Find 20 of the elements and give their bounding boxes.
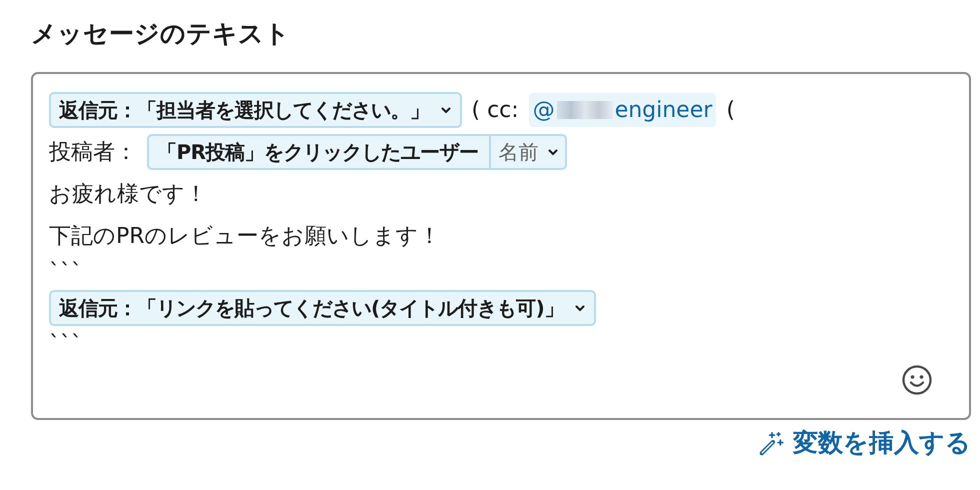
message-text: ( xyxy=(726,98,735,122)
message-editor[interactable]: 返信元：「担当者を選択してください。」 ( cc: @ engineer ( 投稿者： 「PR投稿」をクリックしたユーザー 名前 お疲れ様です！ 下記のPRのレビューをお願いします！ ``` 返信元：「リンクを貼ってください(タイトル付きも可)」 ``` xyxy=(31,72,971,420)
message-text: 下記のPRのレビューをお願いします！ xyxy=(49,223,441,251)
emoji-icon[interactable] xyxy=(901,364,933,396)
field-dropdown[interactable]: 名前 xyxy=(488,136,559,168)
message-text: ( cc: xyxy=(472,98,519,122)
message-text: お疲れ様です！ xyxy=(49,181,207,209)
message-text: ``` xyxy=(49,332,82,356)
message-text: 投稿者： xyxy=(49,139,137,167)
variable-label: 返信元：「リンクを貼ってください(タイトル付きも可)」 xyxy=(59,294,564,322)
magic-wand-icon xyxy=(759,430,785,456)
insert-variable-link[interactable]: 変数を挿入する xyxy=(759,426,971,459)
mention-link[interactable]: @ engineer xyxy=(528,93,716,127)
section-title: メッセージのテキスト xyxy=(31,18,291,50)
variable-chip[interactable]: 返信元：「担当者を選択してください。」 xyxy=(49,92,462,128)
variable-label: 返信元：「担当者を選択してください。」 xyxy=(59,96,430,124)
variable-chip[interactable]: 「PR投稿」をクリックしたユーザー 名前 xyxy=(147,134,567,170)
variable-chip[interactable]: 返信元：「リンクを貼ってください(タイトル付きも可)」 xyxy=(49,290,596,326)
message-text: ``` xyxy=(49,260,82,284)
variable-label: 「PR投稿」をクリックしたユーザー xyxy=(157,138,479,166)
